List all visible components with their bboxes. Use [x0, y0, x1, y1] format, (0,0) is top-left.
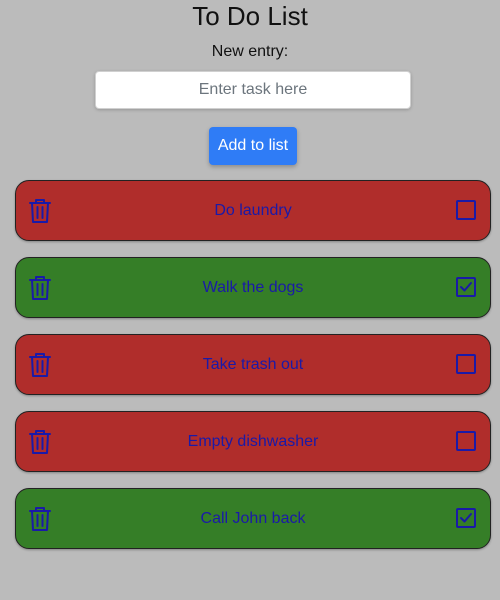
- trash-icon[interactable]: [28, 275, 52, 301]
- task-checkbox[interactable]: [456, 431, 476, 451]
- task-text: Do laundry: [214, 202, 292, 219]
- task-item: Call John back: [15, 488, 491, 549]
- trash-icon[interactable]: [28, 352, 52, 378]
- task-text: Empty dishwasher: [187, 433, 319, 450]
- task-checkbox[interactable]: [456, 508, 476, 528]
- trash-icon[interactable]: [28, 198, 52, 224]
- add-to-list-button[interactable]: Add to list: [209, 127, 297, 165]
- page-title: To Do List: [192, 1, 308, 31]
- task-item: Take trash out: [15, 334, 491, 395]
- new-entry-label: New entry:: [211, 43, 289, 60]
- task-input[interactable]: [95, 71, 411, 109]
- trash-icon[interactable]: [28, 506, 52, 532]
- task-list: Do laundry Walk the dogs Take trash out …: [15, 180, 491, 565]
- task-item: Do laundry: [15, 180, 491, 241]
- task-text: Walk the dogs: [202, 279, 304, 296]
- task-checkbox[interactable]: [456, 354, 476, 374]
- task-item: Walk the dogs: [15, 257, 491, 318]
- task-text: Take trash out: [202, 356, 304, 373]
- task-checkbox[interactable]: [456, 277, 476, 297]
- task-checkbox[interactable]: [456, 200, 476, 220]
- task-item: Empty dishwasher: [15, 411, 491, 472]
- task-text: Call John back: [200, 510, 306, 527]
- trash-icon[interactable]: [28, 429, 52, 455]
